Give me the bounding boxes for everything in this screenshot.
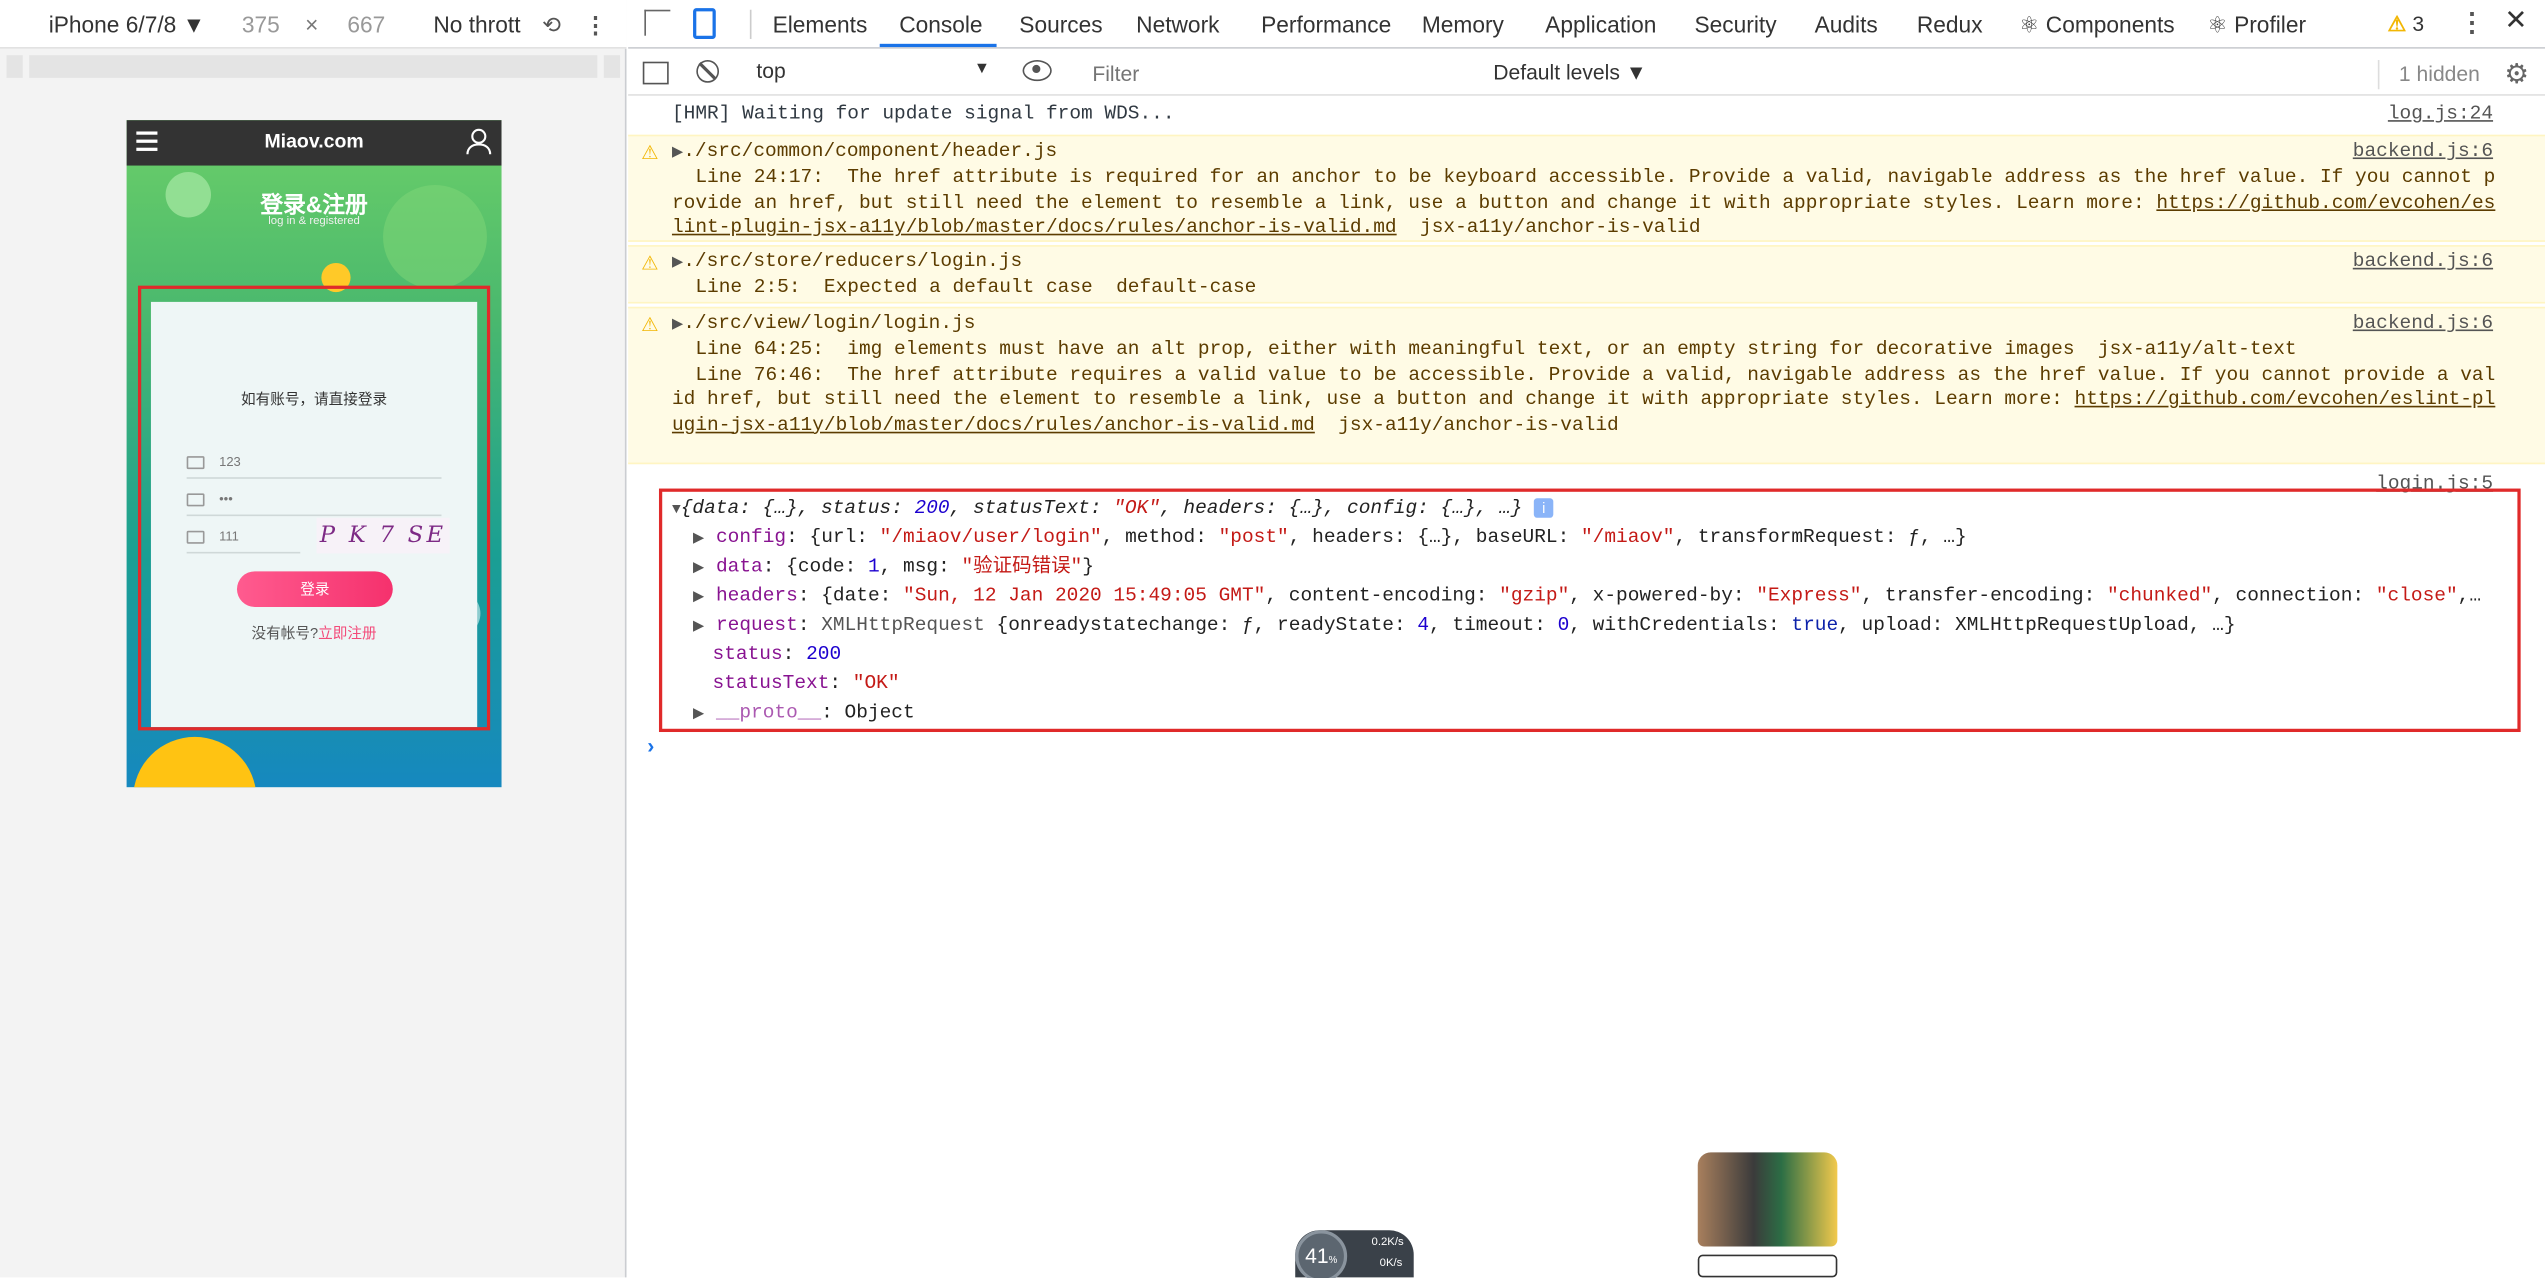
- media-query-bar: [0, 55, 627, 78]
- console-warning: ⚠ backend.js:6 ▶./src/view/login/login.j…: [628, 306, 2545, 465]
- screen: iPhone 6/7/8 ▼ 375 × 667 No thrott ⟲ ⋮ M…: [0, 0, 2545, 1278]
- tab-memory[interactable]: Memory: [1422, 11, 1504, 37]
- device-select[interactable]: iPhone 6/7/8 ▼: [49, 11, 205, 37]
- warning-body: Line 2:5: Expected a default case defaul…: [671, 276, 1257, 300]
- user-icon[interactable]: [466, 128, 492, 156]
- media-query-segment[interactable]: [6, 55, 23, 78]
- expand-triangle-icon[interactable]: ▶: [672, 317, 683, 333]
- warning-icon: ⚠: [641, 313, 659, 336]
- live-expression-eye-icon[interactable]: [1022, 60, 1052, 82]
- mascot-toolbar[interactable]: [1697, 1254, 1838, 1278]
- active-tab-indicator: [879, 43, 997, 48]
- rotate-icon[interactable]: ⟲: [542, 11, 561, 39]
- inspect-element-icon[interactable]: [644, 9, 671, 36]
- highlight-box: [137, 285, 491, 731]
- tab-redux[interactable]: Redux: [1917, 11, 1983, 37]
- expand-triangle-icon[interactable]: ▶: [672, 144, 683, 160]
- tab-audits[interactable]: Audits: [1815, 11, 1878, 37]
- tab-security[interactable]: Security: [1695, 11, 1777, 37]
- tab-network[interactable]: Network: [1136, 11, 1219, 37]
- show-sidebar-icon[interactable]: [642, 61, 669, 85]
- network-speed-widget[interactable]: 41% 0.2K/s 0K/s: [1295, 1230, 1414, 1278]
- tab-profiler[interactable]: ⚛ Profiler: [2207, 11, 2306, 39]
- warning-file: ./src/store/reducers/login.js: [683, 249, 1023, 273]
- message-text: [HMR] Waiting for update signal from WDS…: [671, 102, 1175, 125]
- throttle-select[interactable]: No thrott: [433, 11, 520, 37]
- highlight-box: [658, 488, 2521, 733]
- warning-file: ./src/view/login/login.js: [683, 311, 976, 335]
- devtools-tabbar: Elements Console Sources Network Perform…: [628, 0, 2545, 49]
- device-height-input[interactable]: 667: [347, 11, 385, 37]
- tab-elements[interactable]: Elements: [773, 11, 868, 37]
- device-emulation-pane: iPhone 6/7/8 ▼ 375 × 667 No thrott ⟲ ⋮ M…: [0, 0, 627, 1278]
- more-options-icon[interactable]: ⋮: [2459, 6, 2485, 38]
- console-warning: ⚠ backend.js:6 ▶./src/store/reducers/log…: [628, 245, 2545, 304]
- device-toolbar: iPhone 6/7/8 ▼ 375 × 667 No thrott ⟲ ⋮: [0, 0, 627, 49]
- mascot-characters-image: [1697, 1152, 1838, 1247]
- tab-console[interactable]: Console: [899, 11, 982, 37]
- toolbar-divider: [2377, 60, 2380, 90]
- memory-usage-gauge: 41%: [1295, 1230, 1348, 1278]
- source-link[interactable]: log.js:24: [2388, 102, 2493, 127]
- more-options-icon[interactable]: ⋮: [584, 11, 607, 39]
- console-message: [HMR] Waiting for update signal from WDS…: [628, 102, 2545, 131]
- device-width-input[interactable]: 375: [242, 11, 280, 37]
- warning-rule: jsx-a11y/anchor-is-valid: [1396, 216, 1701, 239]
- log-levels-select[interactable]: Default levels ▼: [1493, 60, 1646, 84]
- device-toolbar-toggle-icon[interactable]: [693, 8, 716, 39]
- console-prompt[interactable]: ›: [644, 735, 657, 759]
- clear-console-icon[interactable]: [696, 60, 720, 83]
- gear-icon[interactable]: ⚙: [2504, 58, 2529, 90]
- dimension-separator: ×: [305, 11, 319, 38]
- media-query-segment[interactable]: [29, 55, 598, 78]
- console-toolbar: top ▼ Default levels ▼ 1 hidden ⚙: [628, 50, 2545, 96]
- decor-circle: [133, 736, 257, 788]
- upload-speed: 0.2K/s: [1371, 1236, 1404, 1249]
- chevron-down-icon: ▼: [973, 60, 990, 78]
- toolbar-divider: [749, 9, 752, 39]
- context-select[interactable]: top: [745, 58, 992, 87]
- warning-icon: ⚠: [641, 141, 659, 164]
- console-filter-input[interactable]: [1079, 56, 1479, 91]
- warning-rule: jsx-a11y/anchor-is-valid: [1314, 413, 1619, 437]
- warnings-badge[interactable]: ⚠ 3: [2388, 11, 2425, 37]
- warning-file: ./src/common/component/header.js: [683, 139, 1058, 163]
- media-query-segment[interactable]: [603, 55, 621, 78]
- tab-performance[interactable]: Performance: [1261, 11, 1391, 37]
- download-speed: 0K/s: [1379, 1257, 1403, 1270]
- tab-application[interactable]: Application: [1545, 11, 1656, 37]
- expand-triangle-icon[interactable]: ▶: [672, 255, 683, 271]
- warning-count: 3: [2412, 11, 2425, 36]
- app-header: Miaov.com: [126, 120, 502, 166]
- warning-icon: ⚠: [641, 251, 659, 275]
- desktop-mascot[interactable]: [1695, 1152, 1838, 1278]
- console-warning: ⚠ backend.js:6 ▶./src/common/component/h…: [628, 134, 2545, 242]
- tab-components[interactable]: ⚛ Components: [2019, 11, 2175, 39]
- tab-sources[interactable]: Sources: [1019, 11, 1102, 37]
- close-icon[interactable]: ✕: [2504, 5, 2527, 37]
- brand-logo[interactable]: Miaov.com: [127, 130, 502, 153]
- login-subtitle: log in & registered: [268, 215, 360, 228]
- warning-icon: ⚠: [2387, 11, 2407, 36]
- hidden-count: 1 hidden: [2398, 61, 2480, 87]
